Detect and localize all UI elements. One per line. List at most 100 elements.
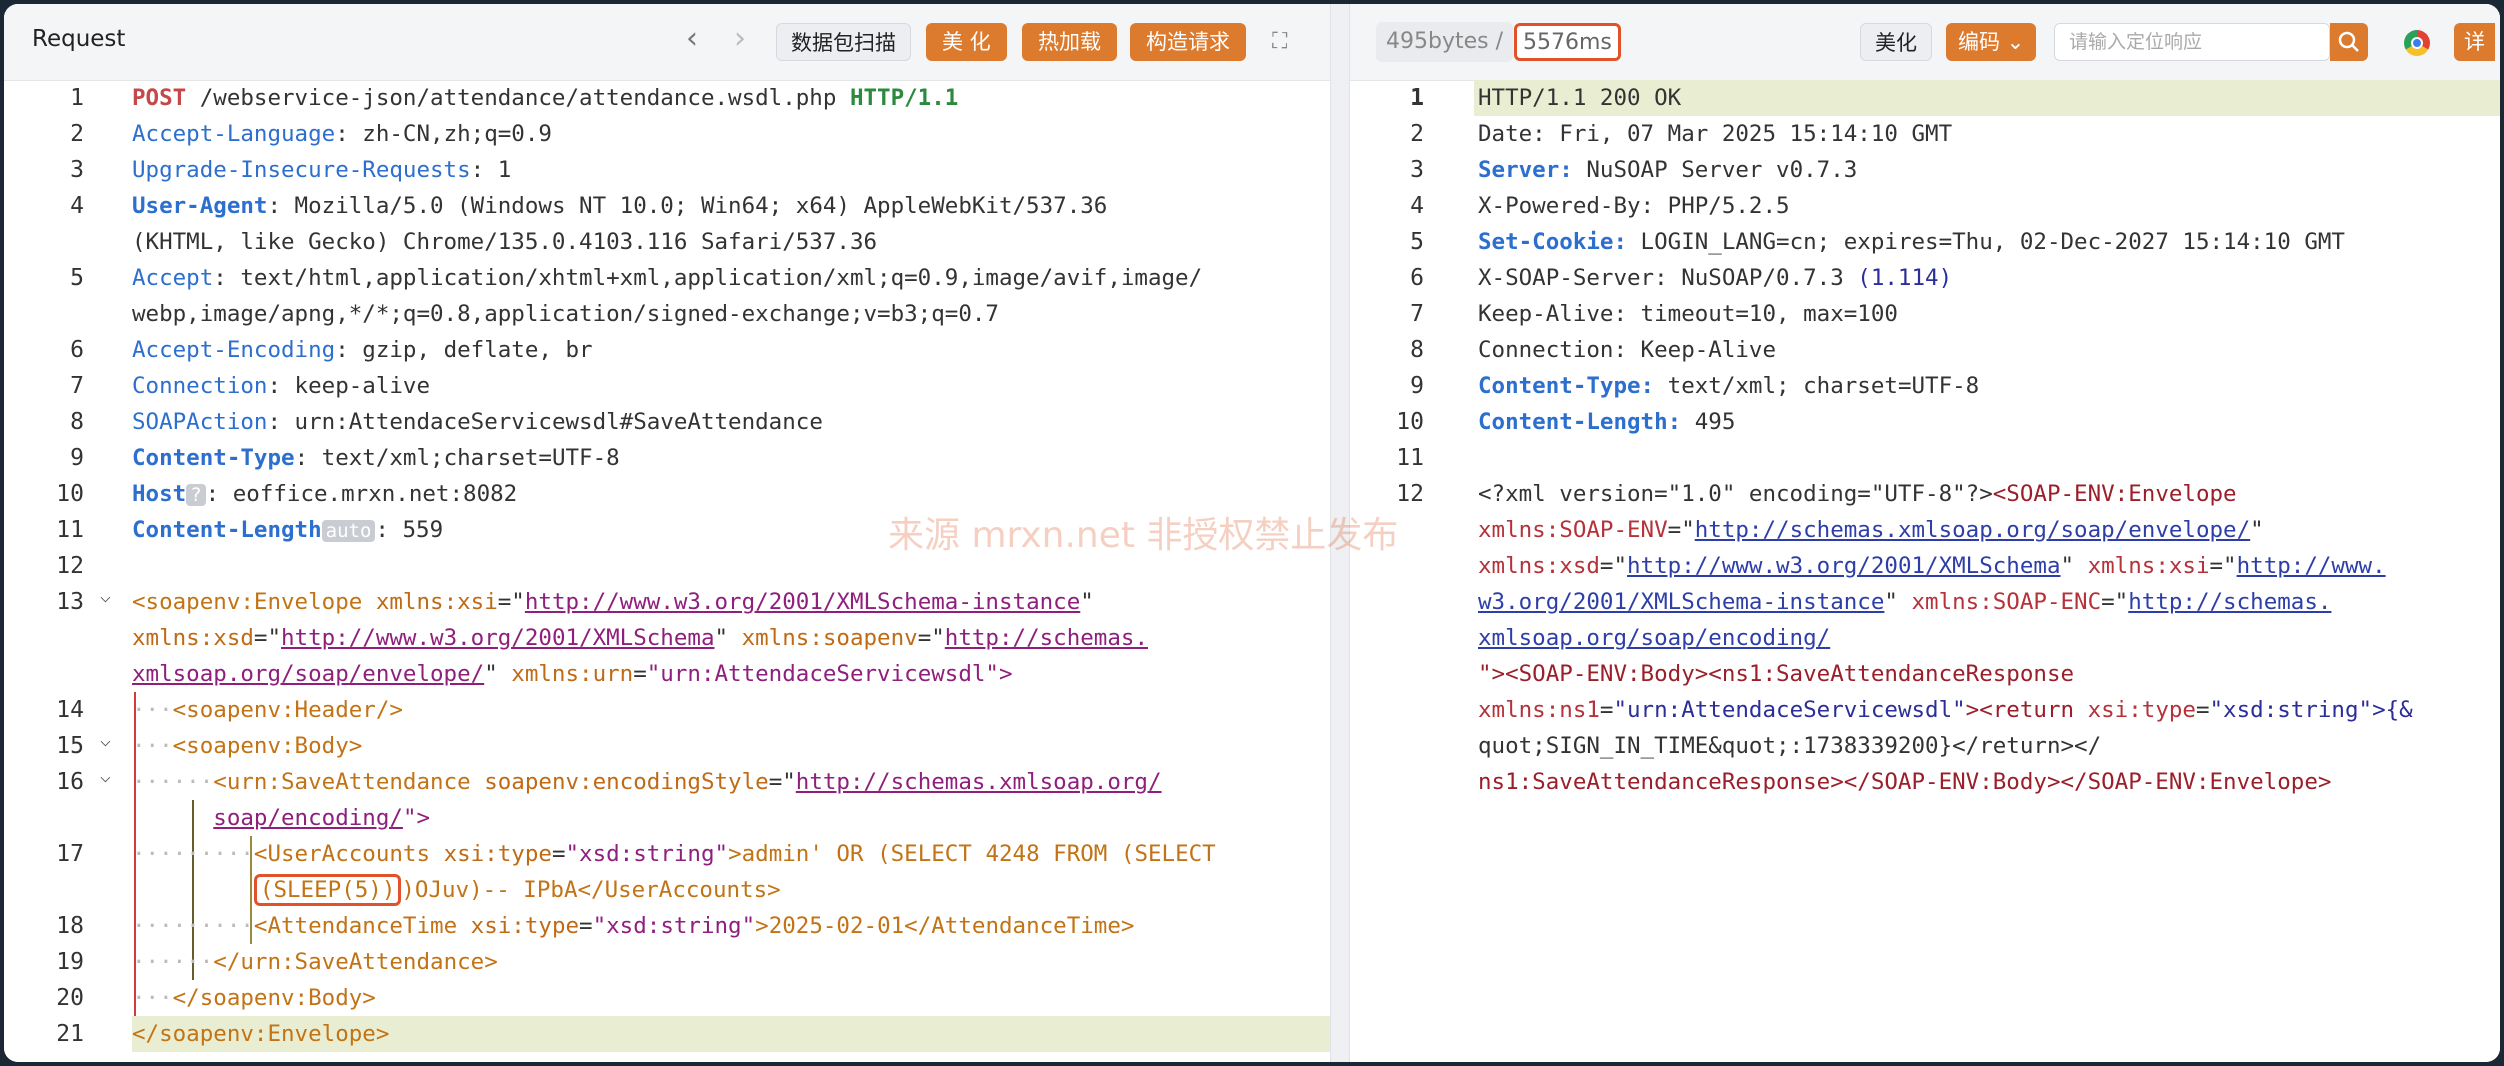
response-search-input[interactable]: 请输入定位响应 xyxy=(2054,23,2330,61)
code-line: Set-Cookie: LOGIN_LANG=cn; expires=Thu, … xyxy=(1478,229,2345,255)
fold-chevron-icon[interactable]: ⌵ xyxy=(100,586,111,607)
code-line: xmlsoap.org/soap/encoding/ xyxy=(1478,625,1831,651)
prev-arrow-icon[interactable]: ‹ xyxy=(686,24,698,54)
code-line: Upgrade-Insecure-Requests: 1 xyxy=(132,157,512,183)
line-number: 3 xyxy=(70,157,84,183)
response-beautify-button[interactable]: 美化 xyxy=(1860,23,1932,61)
line-number: 15 xyxy=(56,733,84,759)
search-icon xyxy=(2338,31,2359,52)
line-number: 1 xyxy=(70,85,84,111)
hot-load-button[interactable]: 热加载 xyxy=(1022,23,1117,61)
sleep-payload-highlight: (SLEEP(5)) xyxy=(253,874,402,906)
line-number: 10 xyxy=(56,481,84,507)
line-number: 1 xyxy=(1410,85,1424,111)
code-line: Server: NuSOAP Server v0.7.3 xyxy=(1478,157,1858,183)
line-number: 12 xyxy=(56,553,84,579)
fold-chevron-icon[interactable]: ⌵ xyxy=(100,730,111,751)
packet-scan-button[interactable]: 数据包扫描 xyxy=(776,23,911,61)
code-line: User-Agent: Mozilla/5.0 (Windows NT 10.0… xyxy=(132,193,1108,219)
detail-button[interactable]: 详 xyxy=(2454,23,2495,61)
line-number: 10 xyxy=(1396,409,1424,435)
code-line: ns1:SaveAttendanceResponse></SOAP-ENV:Bo… xyxy=(1478,769,2332,795)
line-number: 2 xyxy=(70,121,84,147)
line-number: 7 xyxy=(1410,301,1424,327)
search-button[interactable] xyxy=(2330,23,2368,61)
code-line: Keep-Alive: timeout=10, max=100 xyxy=(1478,301,1898,327)
code-line: SOAPAction: urn:AttendaceServicewsdl#Sav… xyxy=(132,409,823,435)
build-request-button[interactable]: 构造请求 xyxy=(1130,23,1246,61)
code-line: Accept-Encoding: gzip, deflate, br xyxy=(132,337,593,363)
line-number: 17 xyxy=(56,841,84,867)
code-line: Content-Type: text/xml; charset=UTF-8 xyxy=(1478,373,1980,399)
line-number: 6 xyxy=(70,337,84,363)
line-number: 14 xyxy=(56,697,84,723)
code-line: Host?: eoffice.mrxn.net:8082 xyxy=(132,481,518,507)
response-toolbar: 495bytes / 5576ms 美化 编码 ⌄ 请输入定位响应 详 xyxy=(1350,4,2500,81)
line-number: 4 xyxy=(70,193,84,219)
code-line: X-Powered-By: PHP/5.2.5 xyxy=(1478,193,1790,219)
code-line: ·········<AttendanceTime xsi:type="xsd:s… xyxy=(132,913,1135,939)
code-line: xmlsoap.org/soap/envelope/" xmlns:urn="u… xyxy=(132,661,1013,687)
code-line: Content-Type: text/xml;charset=UTF-8 xyxy=(132,445,620,471)
line-number: 2 xyxy=(1410,121,1424,147)
response-size: 495bytes / xyxy=(1376,22,1514,62)
code-line: Accept-Language: zh-CN,zh;q=0.9 xyxy=(132,121,552,147)
line-number: 18 xyxy=(56,913,84,939)
line-number: 8 xyxy=(1410,337,1424,363)
line-number: 19 xyxy=(56,949,84,975)
beautify-button[interactable]: 美 化 xyxy=(926,23,1007,61)
line-number: 8 xyxy=(70,409,84,435)
request-title: Request xyxy=(32,26,126,52)
code-line: HTTP/1.1 200 OK xyxy=(1478,85,1682,111)
code-line: POST /webservice-json/attendance/attenda… xyxy=(132,85,959,111)
line-number: 16 xyxy=(56,769,84,795)
line-number: 5 xyxy=(1410,229,1424,255)
line-number: 5 xyxy=(70,265,84,291)
chrome-browser-icon[interactable] xyxy=(2404,30,2430,56)
code-line: X-SOAP-Server: NuSOAP/0.7.3 (1.114) xyxy=(1478,265,1953,291)
code-line: ···</soapenv:Body> xyxy=(132,985,376,1011)
next-arrow-icon[interactable]: › xyxy=(734,24,746,54)
code-line: Content-Length: 495 xyxy=(1478,409,1736,435)
code-line: "><SOAP-ENV:Body><ns1:SaveAttendanceResp… xyxy=(1478,661,2075,687)
response-pane: 495bytes / 5576ms 美化 编码 ⌄ 请输入定位响应 详 1 2 … xyxy=(1350,4,2500,1062)
code-line: xmlns:SOAP-ENV="http://schemas.xmlsoap.o… xyxy=(1478,517,2264,543)
line-number: 9 xyxy=(70,445,84,471)
encoding-dropdown[interactable]: 编码 ⌄ xyxy=(1946,23,2037,61)
code-line: xmlns:xsd="http://www.w3.org/2001/XMLSch… xyxy=(132,625,1148,651)
code-line: Connection: Keep-Alive xyxy=(1478,337,1777,363)
line-number: 11 xyxy=(56,517,84,543)
response-viewer[interactable]: 1 2 3 4 5 6 7 8 9 10 11 12 HTTP/1.1 200 … xyxy=(1350,80,2500,1062)
code-line: (SLEEP(5)))OJuv)-- IPbA</UserAccounts> xyxy=(132,872,781,908)
line-number: 9 xyxy=(1410,373,1424,399)
code-line: ···<soapenv:Body> xyxy=(132,733,363,759)
watermark-text: 来源 mrxn.net 非授权禁止发布 xyxy=(888,515,1399,556)
code-line: ·········<UserAccounts xsi:type="xsd:str… xyxy=(132,841,1216,867)
code-line: ······<urn:SaveAttendance soapenv:encodi… xyxy=(132,769,1162,795)
code-line: webp,image/apng,*/*;q=0.8,application/si… xyxy=(132,301,999,327)
auto-length-badge[interactable]: auto xyxy=(321,520,376,542)
line-number: 11 xyxy=(1396,445,1424,471)
code-line: <soapenv:Envelope xmlns:xsi="http://www.… xyxy=(132,589,1094,615)
code-line: quot;SIGN_IN_TIME&quot;:1738339200}</ret… xyxy=(1478,733,2102,759)
code-line: Date: Fri, 07 Mar 2025 15:14:10 GMT xyxy=(1478,121,1953,147)
host-help-badge[interactable]: ? xyxy=(186,484,206,506)
line-number: 4 xyxy=(1410,193,1424,219)
code-line: w3.org/2001/XMLSchema-instance" xmlns:SO… xyxy=(1478,589,2332,615)
code-line: xmlns:ns1="urn:AttendaceServicewsdl"><re… xyxy=(1478,697,2413,723)
fold-chevron-icon[interactable]: ⌵ xyxy=(100,766,111,787)
code-line: <?xml version="1.0" encoding="UTF-8"?><S… xyxy=(1478,481,2237,507)
line-number: 7 xyxy=(70,373,84,399)
line-number: 6 xyxy=(1410,265,1424,291)
request-editor[interactable]: 1 2 3 4 5 6 7 8 9 10 11 12 13 14 15 16 1… xyxy=(4,80,1330,1062)
fullscreen-icon[interactable]: ⛶ xyxy=(1272,30,1296,54)
code-line: (KHTML, like Gecko) Chrome/135.0.4103.11… xyxy=(132,229,878,255)
code-line: Content-Length auto: 559 xyxy=(132,517,444,543)
response-time: 5576ms xyxy=(1514,23,1621,61)
line-number: 13 xyxy=(56,589,84,615)
line-number: 21 xyxy=(56,1021,84,1047)
code-line: xmlns:xsd="http://www.w3.org/2001/XMLSch… xyxy=(1478,553,2386,579)
app-window: Request ‹ › 数据包扫描 美 化 热加载 构造请求 ⛶ 1 2 3 4… xyxy=(4,4,2500,1062)
code-line: ···<soapenv:Header/> xyxy=(132,697,403,723)
request-toolbar: Request ‹ › 数据包扫描 美 化 热加载 构造请求 ⛶ xyxy=(4,4,1330,81)
